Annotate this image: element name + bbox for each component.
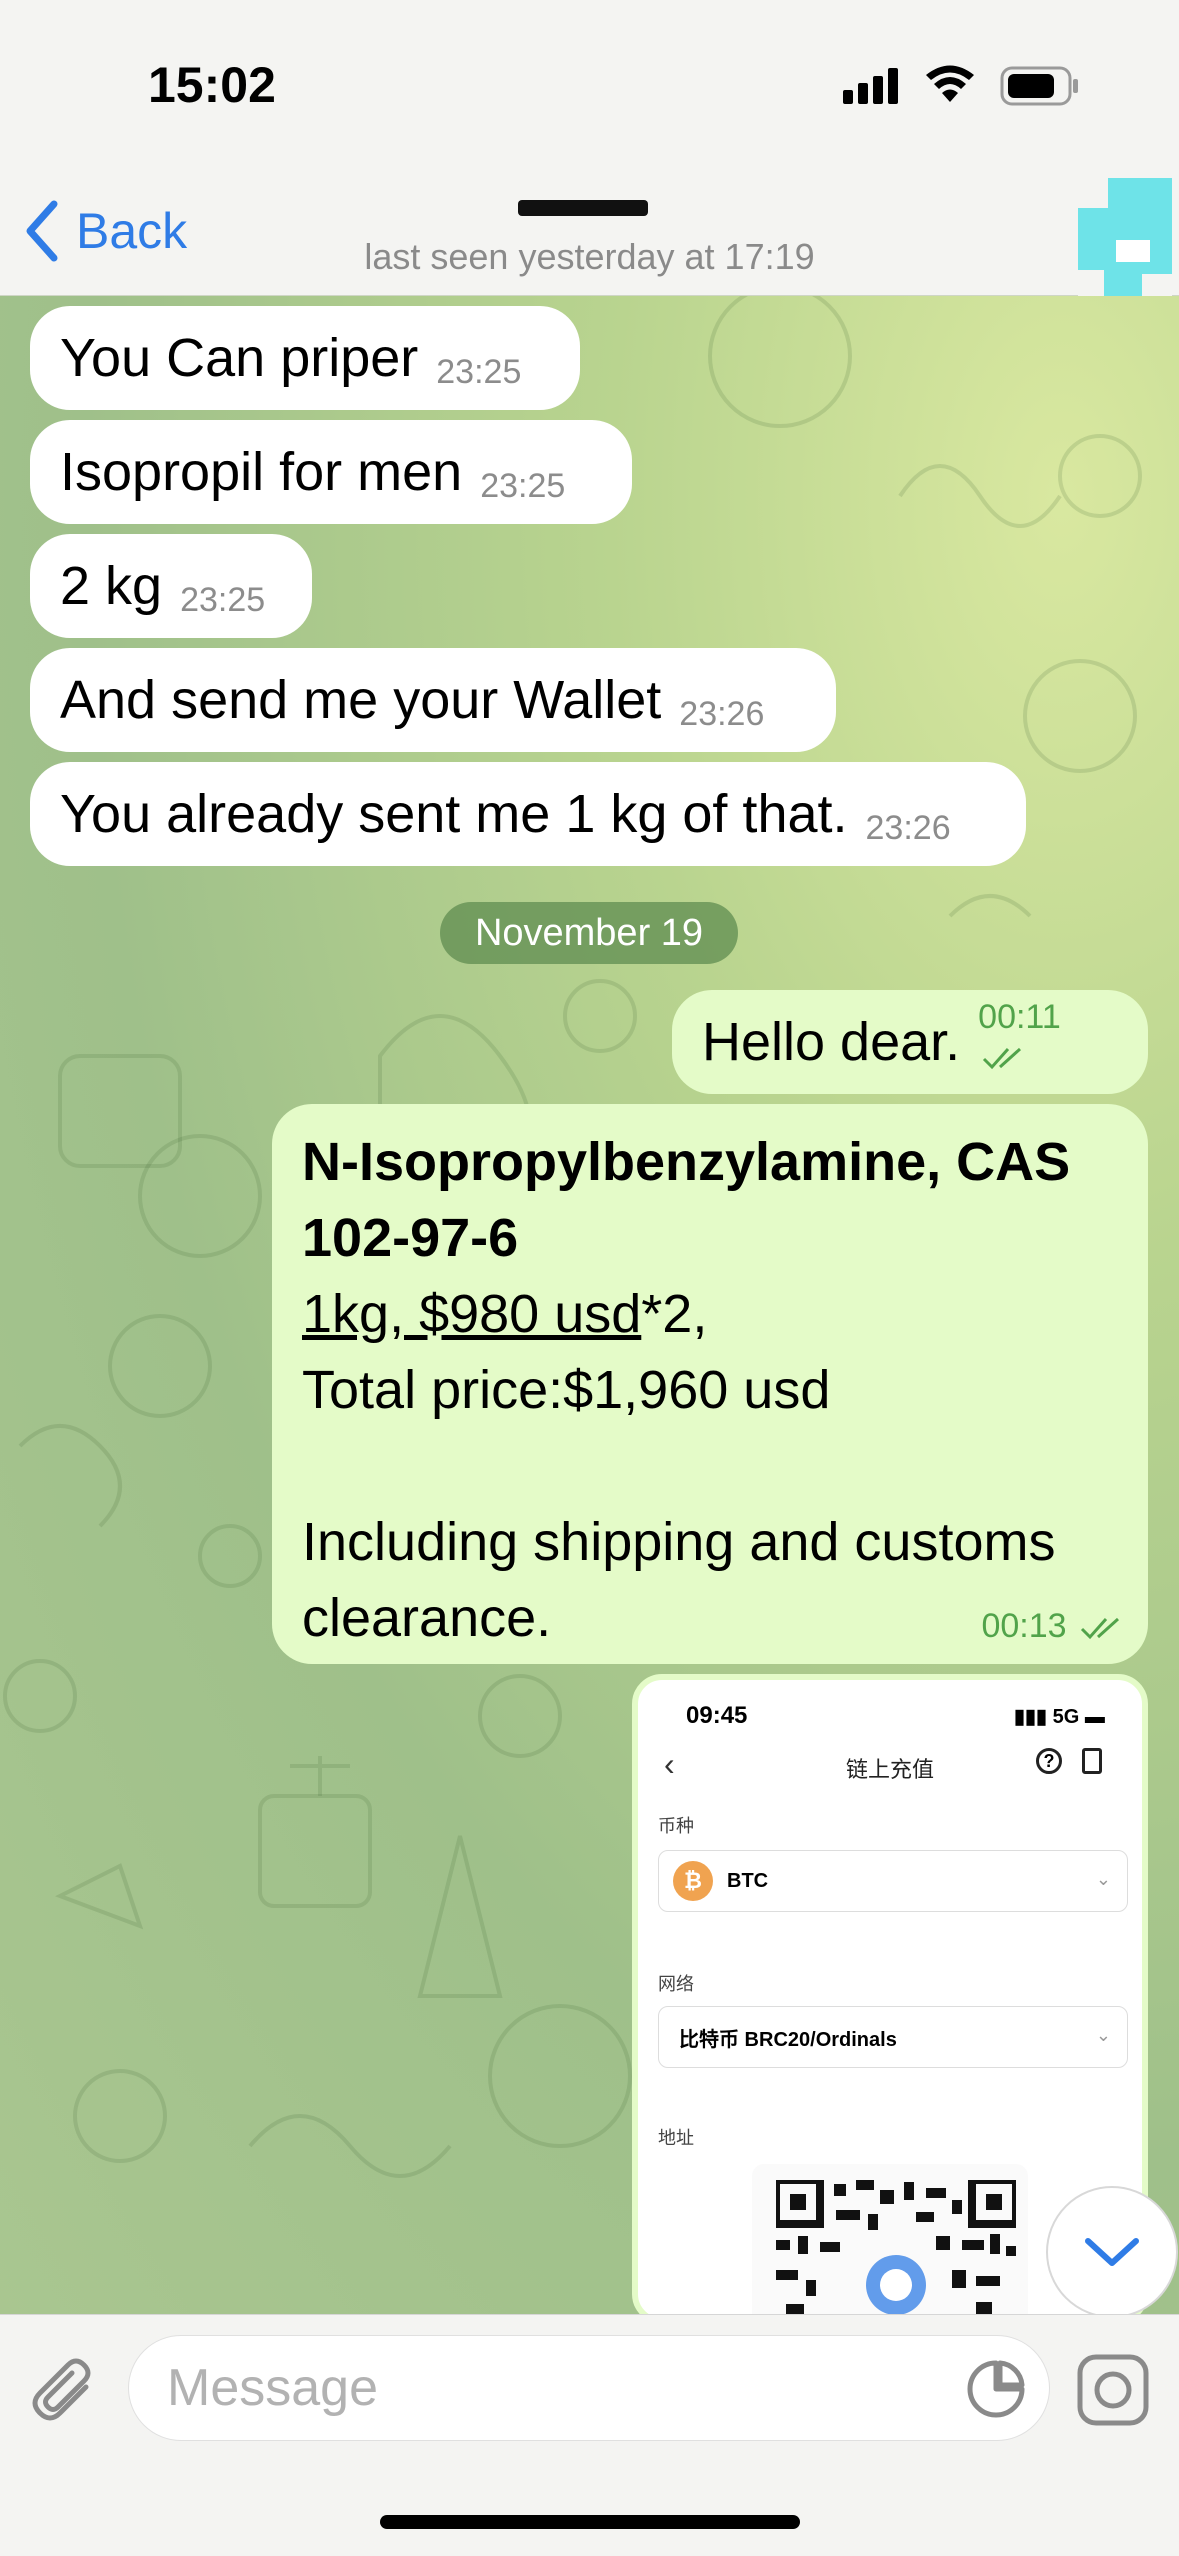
last-seen-status: last seen yesterday at 17:19 [364, 236, 815, 277]
image-battery-icon: ▬ [1084, 1706, 1105, 1728]
message-bubble[interactable]: Hello dear. 00:11 [672, 990, 1148, 1094]
message-bubble[interactable]: You already sent me 1 kg of that. 23:26 [30, 762, 1026, 866]
image-phone-status: ▮▮▮ 5G ▬ [1014, 1706, 1105, 1728]
price-message-bubble[interactable]: N-Isopropylbenzylamine, CAS 102-97-6 1kg… [272, 1104, 1148, 1664]
chat-header: Back last seen yesterday at 17:19 [0, 170, 1179, 300]
bitcoin-icon: ₿ [673, 1861, 713, 1901]
message-time: 00:13 [981, 1607, 1126, 1646]
image-coin-label: 币种 [658, 1816, 694, 1836]
camera-icon[interactable] [1076, 2353, 1150, 2427]
paperclip-icon[interactable] [28, 2357, 102, 2431]
message-time: 23:25 [180, 581, 266, 619]
message-time: 23:26 [679, 695, 765, 733]
contact-name-redacted[interactable] [518, 200, 648, 216]
scroll-down-button[interactable] [1046, 2186, 1178, 2314]
double-check-icon [1080, 1617, 1120, 1640]
image-help-icon: ? [1036, 1748, 1062, 1774]
status-bar: 15:02 [0, 0, 1179, 170]
image-network-select: 比特币 BRC20/Ordinals ⌄ [658, 2006, 1128, 2068]
price-line: 1kg, $980 usd*2, [302, 1276, 1118, 1352]
image-phone-time: 09:45 [686, 1702, 748, 1729]
date-separator: November 19 [440, 902, 738, 964]
total-price: Total price:$1,960 usd [302, 1360, 831, 1420]
message-bubble[interactable]: You Can priper 23:25 [30, 306, 580, 410]
message-text: You already sent me 1 kg of that. [60, 784, 848, 844]
image-document-icon [1082, 1748, 1102, 1774]
home-indicator[interactable] [380, 2515, 800, 2529]
message-bubble[interactable]: Isopropil for men 23:25 [30, 420, 632, 524]
price-multiplier: *2, [641, 1284, 708, 1344]
message-text: And send me your Wallet [60, 670, 662, 730]
message-text: Hello dear. [702, 1012, 961, 1072]
image-coin-value: BTC [727, 1869, 769, 1892]
message-time: 23:26 [865, 809, 951, 847]
message-time: 23:25 [436, 353, 522, 391]
price-link[interactable]: 1kg, $980 usd [302, 1284, 641, 1344]
image-network-value: 比特币 BRC20/Ordinals [679, 2028, 897, 2051]
chevron-down-icon: ⌄ [1095, 2025, 1111, 2045]
product-title: N-Isopropylbenzylamine, CAS 102-97-6 [302, 1132, 1071, 1268]
qr-code-icon [776, 2180, 1016, 2314]
cellular-signal-icon [843, 68, 898, 104]
chat-area[interactable]: You Can priper 23:25 Isopropil for men 2… [0, 296, 1179, 2314]
chevron-down-icon [1085, 2238, 1139, 2266]
message-time: 23:25 [480, 467, 566, 505]
image-signal-icon: ▮▮▮ [1014, 1706, 1048, 1728]
message-bubble[interactable]: And send me your Wallet 23:26 [30, 648, 836, 752]
chevron-down-icon: ⌄ [1095, 1869, 1111, 1889]
battery-icon [1000, 66, 1078, 106]
image-address-label: 地址 [658, 2128, 694, 2148]
message-text: 2 kg [60, 556, 163, 616]
image-network-label: 网络 [658, 1974, 694, 1994]
double-check-icon [983, 1047, 1022, 1070]
message-text: Isopropil for men [60, 442, 463, 502]
sticker-icon[interactable] [966, 2359, 1026, 2419]
image-screen-title: 链上充值 [845, 1757, 934, 1782]
status-time: 15:02 [148, 57, 276, 113]
message-bubble[interactable]: 2 kg 23:25 [30, 534, 312, 638]
message-text: You Can priper [60, 328, 419, 388]
wifi-icon [926, 65, 974, 102]
image-coin-select: ₿ BTC ⌄ [658, 1850, 1128, 1912]
avatar[interactable] [1078, 178, 1172, 300]
message-time: 00:11 [978, 998, 1118, 1076]
message-input-bar [0, 2314, 1179, 2556]
message-input[interactable] [128, 2335, 1050, 2441]
